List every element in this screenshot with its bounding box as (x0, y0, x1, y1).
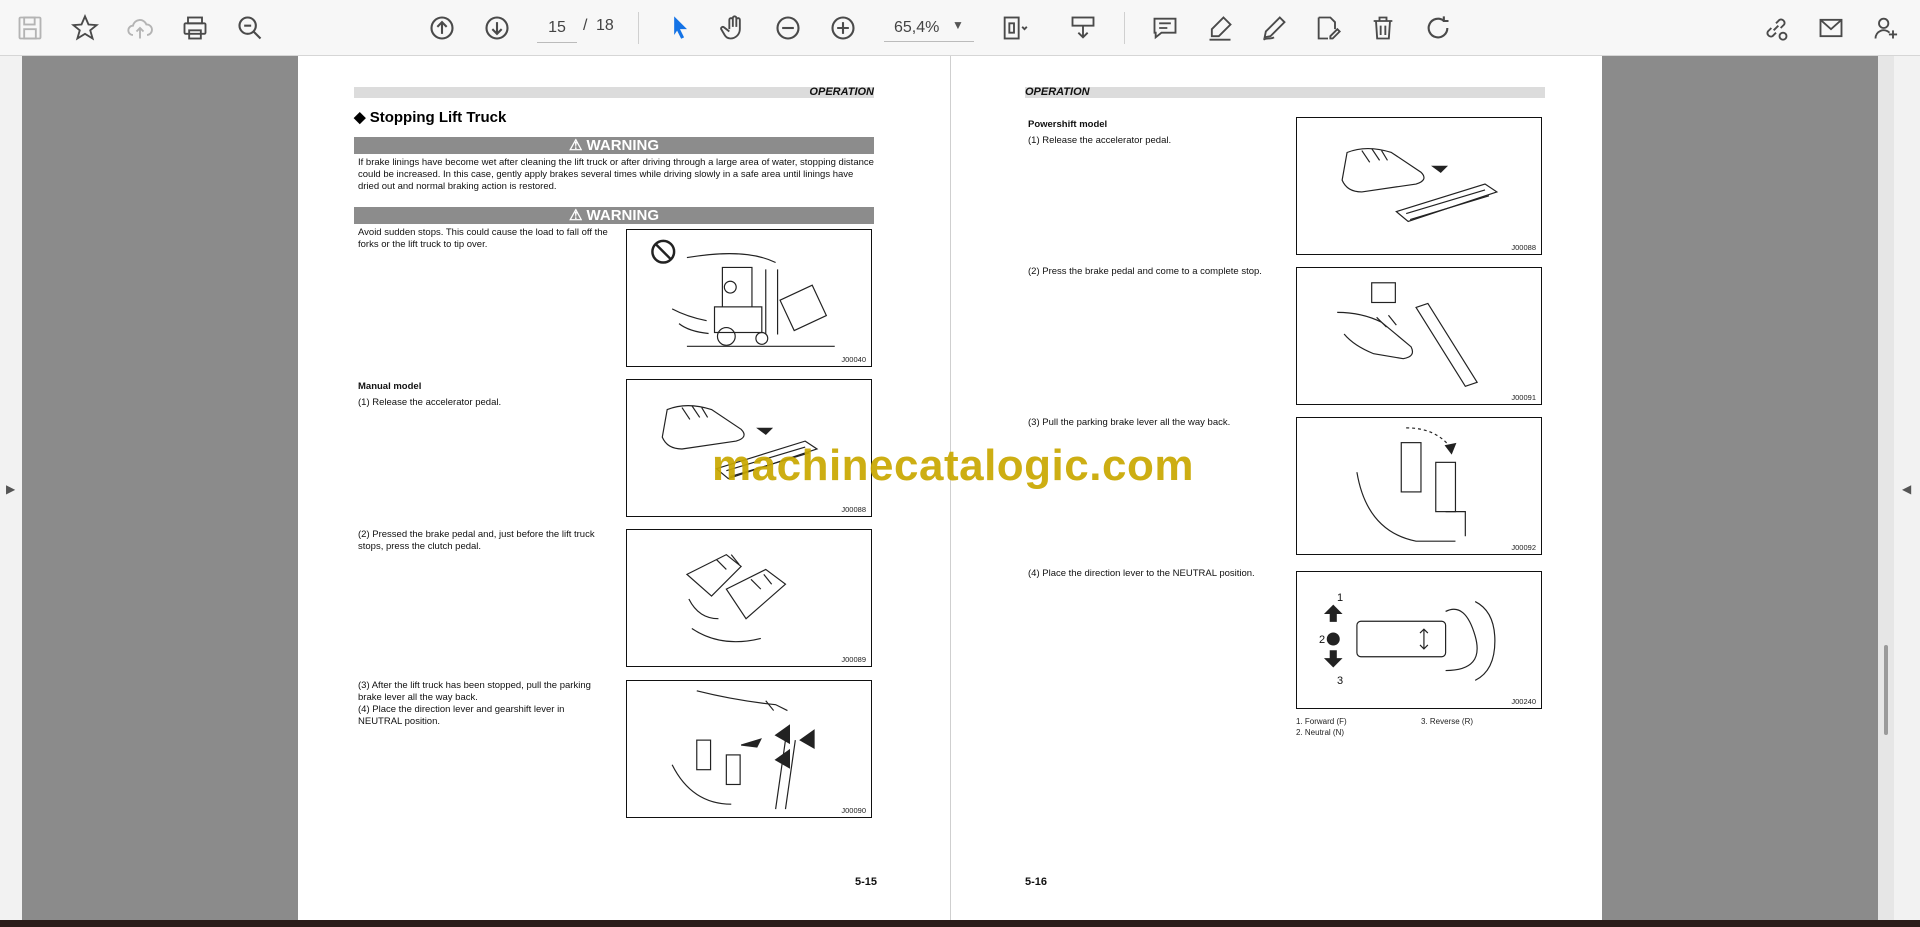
figure-callout: 1 (1337, 592, 1344, 604)
section-title: ◆ Stopping Lift Truck (354, 109, 507, 126)
scrollbar-thumb[interactable] (1884, 645, 1888, 735)
figure-direction-lever: 1 2 3 J00240 (1296, 571, 1542, 709)
step-text: (1) Release the accelerator pedal. (1028, 135, 1172, 146)
figure-code: J00092 (1511, 543, 1536, 552)
print-icon[interactable] (175, 8, 215, 48)
figure-code: J00088 (841, 505, 866, 514)
page-number-input[interactable]: 15 (537, 14, 577, 43)
save-icon[interactable] (10, 8, 50, 48)
zoom-dropdown-chevron-icon[interactable]: ▼ (952, 18, 964, 32)
page-number: 5-16 (1025, 876, 1048, 888)
step-text: (1) Release the accelerator pedal. (358, 397, 502, 408)
step-text: (3) After the lift truck has been stoppe… (358, 680, 591, 703)
fit-page-icon[interactable] (994, 8, 1034, 48)
figure-brake-clutch: J00089 (626, 529, 872, 667)
step-text: (4) Place the direction lever and gearsh… (358, 704, 565, 727)
page-number: 5-15 (855, 876, 878, 888)
figure-parking-brake-lever: J00092 (1296, 417, 1542, 555)
section-header: OPERATION (1025, 87, 1545, 98)
warning-banner: ⚠ WARNING (354, 207, 874, 224)
figure-release-accelerator: J00088 (1296, 117, 1542, 255)
page-total: 18 (596, 17, 614, 34)
delete-icon[interactable] (1363, 8, 1403, 48)
figure-caption: 2. Neutral (N) (1296, 728, 1345, 737)
figure-code: J00091 (1511, 393, 1536, 402)
zoom-out-icon[interactable] (768, 8, 808, 48)
warning-text: If brake linings have become wet after c… (358, 157, 874, 192)
zoom-search-icon[interactable] (230, 8, 270, 48)
expand-right-panel-icon[interactable]: ◀ (1902, 482, 1911, 496)
scroll-mode-icon[interactable] (1063, 8, 1103, 48)
subsection-heading: Powershift model (1028, 119, 1108, 130)
bottom-taskbar-strip (0, 920, 1920, 927)
step-text: (2) Pressed the brake pedal and, just be… (358, 529, 595, 552)
toolbar-divider (1124, 12, 1125, 44)
page-separator: / (583, 17, 588, 34)
hand-tool-icon[interactable] (714, 8, 754, 48)
section-header: OPERATION (354, 87, 874, 98)
bookmark-star-icon[interactable] (65, 8, 105, 48)
watermark-text: machinecatalogic.com (712, 441, 1194, 490)
step-text: (4) Place the direction lever to the NEU… (1028, 568, 1255, 579)
page-up-icon[interactable] (422, 8, 462, 48)
toolbar: 15 / 18 65,4% ▼ (0, 0, 1920, 56)
zoom-in-icon[interactable] (823, 8, 863, 48)
figure-code: J00088 (1511, 243, 1536, 252)
cloud-upload-icon[interactable] (120, 8, 160, 48)
figure-forklift-tipping: J00040 (626, 229, 872, 367)
page-down-icon[interactable] (477, 8, 517, 48)
figure-code: J00089 (841, 655, 866, 664)
subsection-heading: Manual model (358, 381, 422, 392)
figure-caption: 1. Forward (F) (1296, 717, 1347, 726)
add-user-icon[interactable] (1866, 8, 1906, 48)
highlight-icon[interactable] (1200, 8, 1240, 48)
fill-sign-icon[interactable] (1308, 8, 1348, 48)
step-text: (2) Press the brake pedal and come to a … (1028, 266, 1262, 277)
email-icon[interactable] (1811, 8, 1851, 48)
comment-icon[interactable] (1145, 8, 1185, 48)
step-text: (3) Pull the parking brake lever all the… (1028, 417, 1231, 428)
figure-code: J00090 (841, 806, 866, 815)
draw-icon[interactable] (1254, 8, 1294, 48)
rotate-icon[interactable] (1418, 8, 1458, 48)
toolbar-divider (638, 12, 639, 44)
figure-callout: 2 (1319, 634, 1326, 646)
warning-text: Avoid sudden stops. This could cause the… (358, 227, 608, 250)
figure-parking-brake-neutral: J00090 (626, 680, 872, 818)
figure-code: J00240 (1511, 697, 1536, 706)
select-cursor-icon[interactable] (660, 8, 700, 48)
share-link-icon[interactable] (1756, 8, 1796, 48)
figure-caption: 3. Reverse (R) (1421, 717, 1474, 726)
vertical-scrollbar[interactable] (1878, 56, 1894, 920)
warning-banner: ⚠ WARNING (354, 137, 874, 154)
figure-code: J00040 (841, 355, 866, 364)
expand-left-panel-icon[interactable]: ▶ (6, 482, 15, 496)
figure-press-brake: J00091 (1296, 267, 1542, 405)
figure-callout: 3 (1337, 675, 1344, 687)
